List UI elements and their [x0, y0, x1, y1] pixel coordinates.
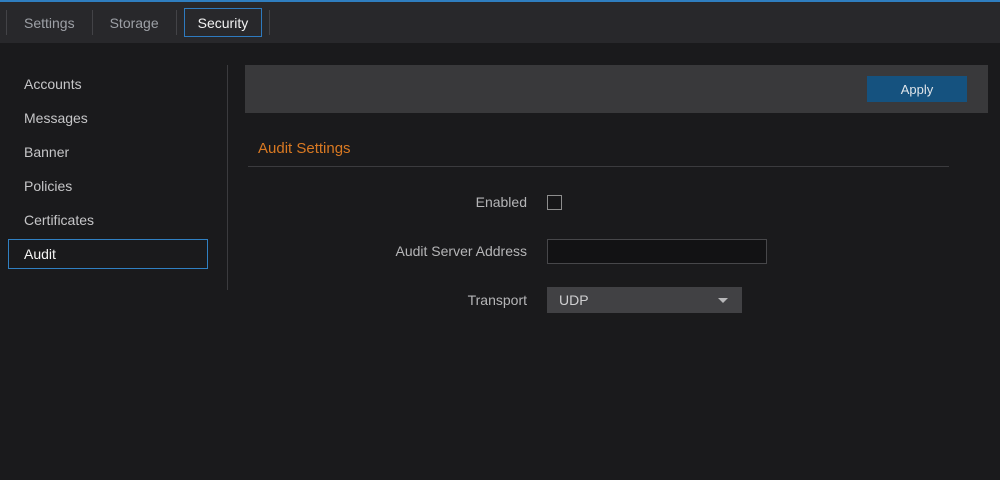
tab-security[interactable]: Security: [184, 8, 263, 37]
transport-dropdown[interactable]: UDP: [547, 287, 742, 313]
tab-settings[interactable]: Settings: [7, 2, 92, 43]
enabled-label: Enabled: [245, 194, 527, 210]
sidebar-item-policies[interactable]: Policies: [8, 171, 208, 201]
sidebar-item-accounts[interactable]: Accounts: [8, 69, 208, 99]
enabled-row: Enabled: [245, 187, 988, 217]
audit-server-address-row: Audit Server Address: [245, 236, 988, 266]
sidebar: Accounts Messages Banner Policies Certif…: [0, 43, 228, 273]
heading-divider: [248, 166, 949, 167]
chevron-down-icon: [718, 298, 728, 303]
tab-divider: [176, 10, 177, 35]
audit-server-address-label: Audit Server Address: [245, 243, 527, 259]
sidebar-item-banner[interactable]: Banner: [8, 137, 208, 167]
action-toolbar: Apply: [245, 65, 988, 113]
apply-button[interactable]: Apply: [867, 76, 967, 102]
transport-row: Transport UDP: [245, 285, 988, 315]
enabled-checkbox[interactable]: [547, 195, 562, 210]
audit-settings-form: Enabled Audit Server Address Transport U…: [245, 187, 988, 315]
transport-label: Transport: [245, 292, 527, 308]
sidebar-item-certificates[interactable]: Certificates: [8, 205, 208, 235]
page-title: Audit Settings: [258, 140, 988, 157]
tab-divider: [269, 10, 270, 35]
main-content: Apply Audit Settings Enabled Audit Serve…: [245, 43, 988, 334]
transport-selected-value: UDP: [559, 292, 589, 308]
sidebar-content-divider: [227, 65, 228, 290]
sidebar-item-audit[interactable]: Audit: [8, 239, 208, 269]
top-tab-bar: Settings Storage Security: [0, 0, 1000, 43]
sidebar-item-messages[interactable]: Messages: [8, 103, 208, 133]
tab-storage[interactable]: Storage: [93, 2, 176, 43]
audit-server-address-input[interactable]: [547, 239, 767, 264]
